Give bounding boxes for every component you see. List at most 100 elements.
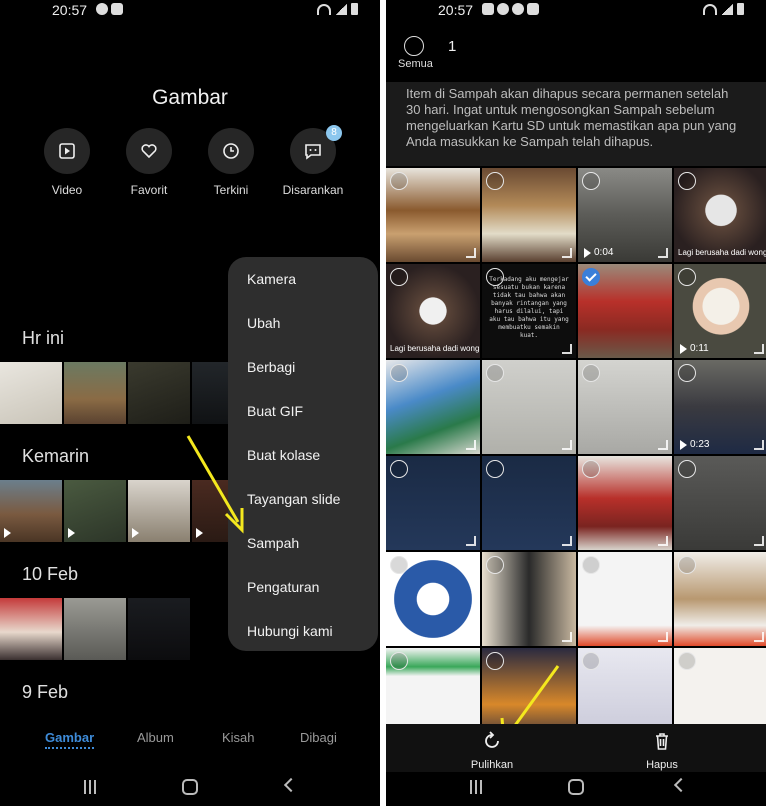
item-checkbox[interactable] (678, 268, 696, 286)
menu-item-contact-us[interactable]: Hubungi kami (228, 609, 378, 653)
expand-icon[interactable] (466, 440, 476, 450)
expand-icon[interactable] (658, 536, 668, 546)
system-status-icons (317, 3, 358, 15)
expand-icon[interactable] (562, 248, 572, 258)
trash-item[interactable]: 0:04 (578, 168, 672, 262)
trash-item[interactable] (578, 456, 672, 550)
video-thumbnail[interactable] (0, 480, 62, 542)
photo-thumbnail[interactable] (0, 362, 62, 424)
item-checkbox[interactable] (582, 460, 600, 478)
trash-item[interactable] (386, 456, 480, 550)
quick-action-video[interactable]: Video (32, 128, 102, 197)
expand-icon[interactable] (754, 440, 764, 450)
trash-item[interactable] (578, 264, 672, 358)
menu-item-camera[interactable]: Kamera (228, 257, 378, 301)
photo-thumbnail[interactable] (128, 598, 190, 660)
item-checkbox[interactable] (678, 652, 696, 670)
tab-albums[interactable]: Album (137, 730, 174, 745)
quick-action-suggested[interactable]: 8 Disarankan (278, 125, 348, 197)
item-checkbox[interactable] (678, 364, 696, 382)
expand-icon[interactable] (754, 632, 764, 642)
status-time: 20:57 (52, 2, 88, 18)
menu-item-create-gif[interactable]: Buat GIF (228, 389, 378, 433)
trash-item[interactable]: 0:23 (674, 360, 766, 454)
trash-item[interactable] (674, 552, 766, 646)
item-checkbox[interactable] (390, 652, 408, 670)
trash-item[interactable]: 0:11 (674, 264, 766, 358)
trash-item[interactable] (578, 552, 672, 646)
trash-item[interactable] (578, 360, 672, 454)
select-all-checkbox[interactable] (404, 36, 424, 56)
video-thumbnail[interactable] (64, 480, 126, 542)
item-checkbox[interactable] (678, 172, 696, 190)
delete-button[interactable]: Hapus (640, 730, 684, 771)
home-button[interactable] (568, 779, 584, 795)
menu-item-share[interactable]: Berbagi (228, 345, 378, 389)
recent-apps-button[interactable] (84, 780, 98, 794)
menu-item-trash[interactable]: Sampah (228, 521, 378, 565)
item-checkbox[interactable] (486, 556, 504, 574)
tab-shared[interactable]: Dibagi (300, 730, 337, 745)
trash-item[interactable] (482, 552, 576, 646)
item-checkbox[interactable] (390, 460, 408, 478)
expand-icon[interactable] (562, 440, 572, 450)
expand-icon[interactable] (658, 248, 668, 258)
photo-thumbnail[interactable] (128, 362, 190, 424)
wifi-icon (317, 4, 331, 15)
photo-thumbnail[interactable] (0, 598, 62, 660)
expand-icon[interactable] (658, 440, 668, 450)
menu-item-slideshow[interactable]: Tayangan slide (228, 477, 378, 521)
expand-icon[interactable] (562, 632, 572, 642)
expand-icon[interactable] (658, 632, 668, 642)
photo-thumbnail[interactable] (64, 598, 126, 660)
quick-action-favorite[interactable]: Favorit (114, 128, 184, 197)
item-checkbox[interactable] (486, 172, 504, 190)
tab-pictures[interactable]: Gambar (45, 730, 95, 749)
menu-item-create-collage[interactable]: Buat kolase (228, 433, 378, 477)
item-checkbox[interactable] (390, 172, 408, 190)
back-button[interactable] (283, 777, 299, 793)
item-checkbox[interactable] (582, 172, 600, 190)
gallery-icon (482, 3, 494, 15)
expand-icon[interactable] (754, 344, 764, 354)
item-checkbox-selected[interactable] (582, 268, 600, 286)
menu-item-edit[interactable]: Ubah (228, 301, 378, 345)
item-checkbox[interactable] (678, 460, 696, 478)
item-checkbox[interactable] (486, 460, 504, 478)
expand-icon[interactable] (754, 536, 764, 546)
trash-item[interactable] (482, 456, 576, 550)
back-button[interactable] (673, 777, 689, 793)
trash-item[interactable] (482, 168, 576, 262)
item-checkbox[interactable] (582, 364, 600, 382)
expand-icon[interactable] (562, 536, 572, 546)
expand-icon[interactable] (466, 536, 476, 546)
recent-apps-button[interactable] (470, 780, 484, 794)
expand-icon[interactable] (562, 344, 572, 354)
trash-item[interactable]: Lagi berusaha dadi wong (674, 168, 766, 262)
trash-item[interactable] (386, 552, 480, 646)
item-checkbox[interactable] (486, 364, 504, 382)
quick-action-recent[interactable]: Terkini (196, 128, 266, 197)
trash-item[interactable] (386, 360, 480, 454)
trash-item[interactable] (482, 360, 576, 454)
home-button[interactable] (182, 779, 198, 795)
trash-item[interactable]: Lagi berusaha dadi wong (386, 264, 480, 358)
restore-button[interactable]: Pulihkan (470, 730, 514, 771)
expand-icon[interactable] (466, 248, 476, 258)
item-checkbox[interactable] (582, 556, 600, 574)
tab-stories[interactable]: Kisah (222, 730, 255, 745)
story-text: Terkadang aku mengejar sesuatu bukan kar… (489, 276, 569, 339)
trash-item[interactable] (674, 456, 766, 550)
trash-item[interactable] (386, 168, 480, 262)
trash-item[interactable]: Terkadang aku mengejar sesuatu bukan kar… (482, 264, 576, 358)
menu-item-settings[interactable]: Pengaturan (228, 565, 378, 609)
expand-icon[interactable] (466, 632, 476, 642)
item-checkbox[interactable] (678, 556, 696, 574)
item-checkbox[interactable] (390, 364, 408, 382)
item-checkbox[interactable] (390, 556, 408, 574)
signal-icon (335, 4, 347, 15)
item-checkbox[interactable] (582, 652, 600, 670)
trash-action-bar: Pulihkan Hapus (386, 724, 766, 772)
photo-thumbnail[interactable] (64, 362, 126, 424)
item-checkbox[interactable] (390, 268, 408, 286)
